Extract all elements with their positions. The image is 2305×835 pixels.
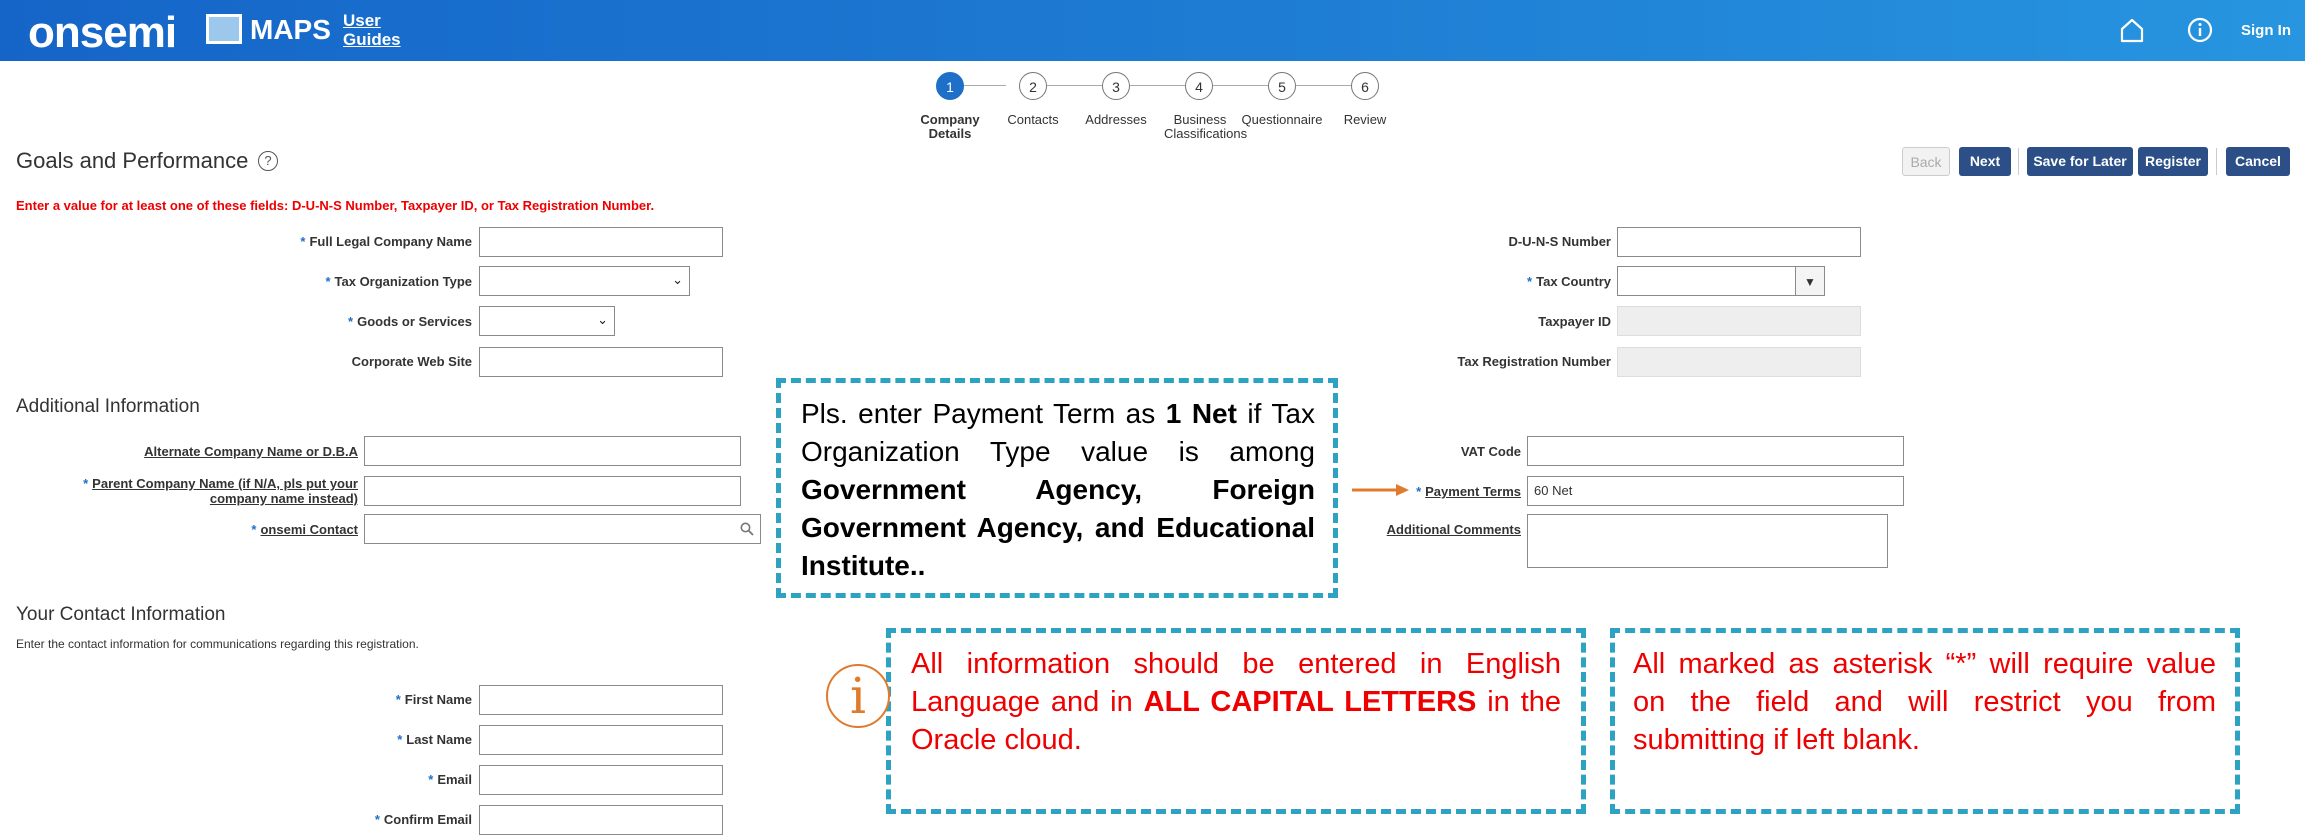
tax-country-select[interactable]: ▼ — [1617, 266, 1825, 296]
confirm-email-input[interactable] — [479, 805, 723, 835]
sign-in-link[interactable]: Sign In — [2241, 22, 2291, 39]
goods-services-label: * Goods or Services — [348, 314, 472, 329]
wizard-connector — [964, 85, 1006, 86]
validation-warning: Enter a value for at least one of these … — [16, 198, 655, 213]
asterisk-note: All marked as asterisk “*” will require … — [1633, 648, 2216, 756]
confirm-email-label: * Confirm Email — [374, 812, 472, 827]
payment-terms-label: * Payment Terms — [1416, 484, 1521, 499]
last-name-label: * Last Name — [397, 732, 472, 747]
wizard-step-company-details[interactable]: 1 — [936, 72, 964, 100]
wizard-label-review: Review — [1343, 112, 1387, 127]
contact-info-heading: Your Contact Information — [16, 604, 226, 625]
wizard-step-business-classifications[interactable]: 4 — [1185, 72, 1213, 100]
chevron-down-icon: ⌄ — [672, 272, 683, 287]
tax-org-type-select[interactable]: ⌄ — [479, 266, 690, 296]
maps-app-name[interactable]: MAPS — [206, 13, 331, 47]
maps-label: MAPS — [250, 14, 331, 45]
wizard-step-review[interactable]: 6 — [1351, 72, 1379, 100]
duns-label: D-U-N-S Number — [1508, 234, 1611, 249]
user-guides-link[interactable]: User Guides — [343, 11, 403, 49]
wizard-step-questionnaire[interactable]: 5 — [1268, 72, 1296, 100]
toolbar-divider — [2018, 148, 2019, 175]
first-name-label: * First Name — [395, 692, 472, 707]
home-icon[interactable] — [2118, 16, 2146, 44]
back-button[interactable]: Back — [1902, 147, 1950, 176]
info-icon: i — [826, 664, 890, 728]
payment-terms-input[interactable]: 60 Net — [1527, 476, 1904, 506]
toolbar-divider — [2216, 148, 2217, 175]
taxpayer-id-input[interactable] — [1617, 306, 1861, 336]
contact-info-subtitle: Enter the contact information for commun… — [16, 637, 419, 651]
english-language-callout: All information should be entered in Eng… — [886, 628, 1586, 814]
last-name-input[interactable] — [479, 725, 723, 755]
parent-name-label: * Parent Company Name (if N/A, pls put yo… — [83, 476, 358, 506]
payment-term-note: Pls. enter Payment Term as 1 Net if Tax … — [801, 398, 1315, 581]
wizard-label-addresses: Addresses — [1085, 112, 1147, 127]
onsemi-logo[interactable]: onsemi — [28, 8, 177, 58]
email-input[interactable] — [479, 765, 723, 795]
chevron-down-icon: ⌄ — [597, 312, 608, 327]
page-title: Goals and Performance — [16, 148, 249, 173]
onsemi-contact-input[interactable] — [364, 514, 761, 544]
email-label: * Email — [428, 772, 472, 787]
search-icon[interactable] — [740, 522, 754, 536]
maps-app-icon — [206, 13, 242, 44]
alt-name-label: Alternate Company Name or D.B.A — [144, 444, 358, 459]
tax-reg-number-label: Tax Registration Number — [1457, 354, 1611, 369]
parent-name-input[interactable] — [364, 476, 741, 506]
wizard-step-addresses[interactable]: 3 — [1102, 72, 1130, 100]
first-name-input[interactable] — [479, 685, 723, 715]
payment-term-callout: Pls. enter Payment Term as 1 Net if Tax … — [776, 378, 1338, 598]
alt-name-input[interactable] — [364, 436, 741, 466]
duns-input[interactable] — [1617, 227, 1861, 257]
cancel-button[interactable]: Cancel — [2226, 147, 2290, 176]
register-button[interactable]: Register — [2138, 147, 2208, 176]
tax-reg-number-input[interactable] — [1617, 347, 1861, 377]
comments-textarea[interactable] — [1527, 514, 1888, 568]
tax-country-label: * Tax Country — [1527, 274, 1611, 289]
web-site-input[interactable] — [479, 347, 723, 377]
english-language-note: All information should be entered in Eng… — [911, 648, 1562, 756]
full-legal-name-input[interactable] — [479, 227, 723, 257]
save-for-later-button[interactable]: Save for Later — [2027, 147, 2133, 176]
vat-code-input[interactable] — [1527, 436, 1904, 466]
asterisk-callout: All marked as asterisk “*” will require … — [1610, 628, 2240, 814]
info-icon[interactable] — [2186, 16, 2214, 44]
tax-org-type-label: * Tax Organization Type — [325, 274, 472, 289]
taxpayer-id-label: Taxpayer ID — [1538, 314, 1611, 329]
additional-info-heading: Additional Information — [16, 396, 200, 417]
next-button[interactable]: Next — [1959, 147, 2011, 176]
vat-code-label: VAT Code — [1460, 444, 1521, 459]
web-site-label: Corporate Web Site — [351, 354, 472, 369]
comments-label: Additional Comments — [1386, 522, 1521, 537]
full-legal-name-label: * Full Legal Company Name — [300, 234, 472, 249]
onsemi-contact-label: * onsemi Contact — [251, 522, 358, 537]
goods-services-select[interactable]: ⌄ — [479, 306, 615, 336]
help-icon[interactable]: ? — [258, 151, 278, 171]
dropdown-arrow-icon[interactable]: ▼ — [1795, 266, 1825, 296]
wizard-step-contacts[interactable]: 2 — [1019, 72, 1047, 100]
